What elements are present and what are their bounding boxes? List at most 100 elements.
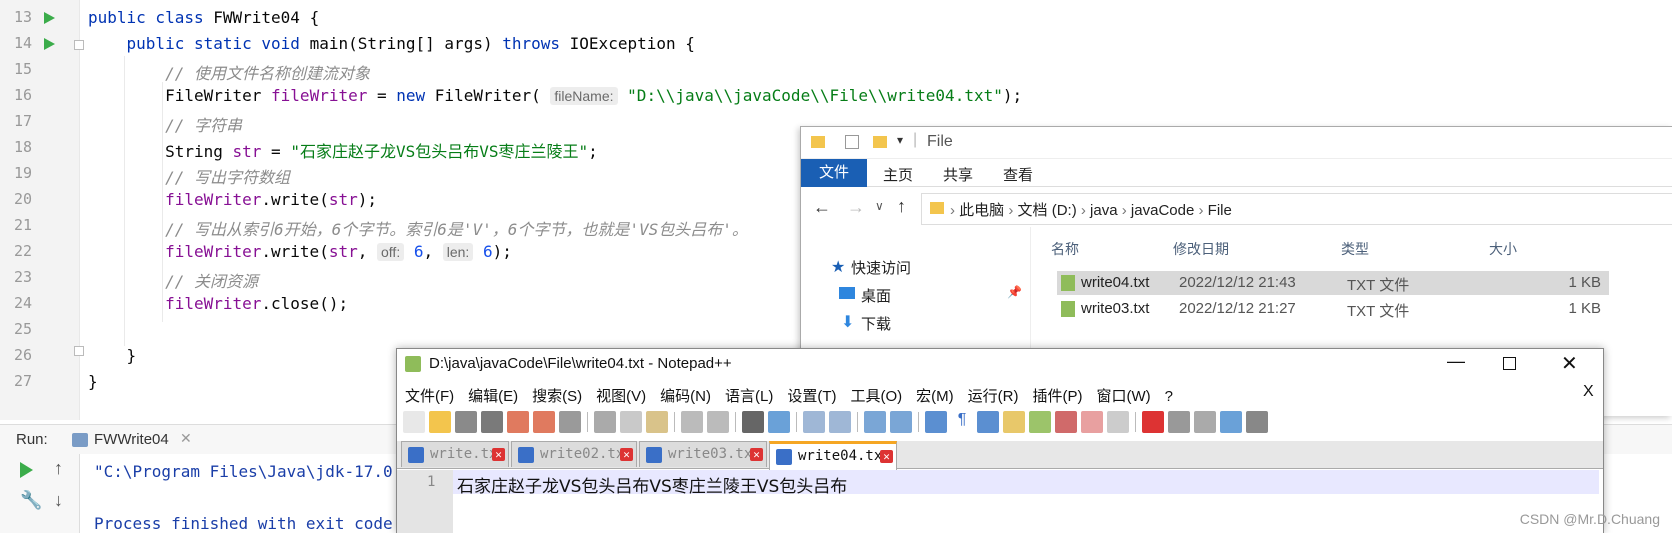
doc-map-icon[interactable] (1029, 411, 1051, 433)
new-folder-icon[interactable] (873, 136, 887, 148)
npp-editor[interactable]: 1 石家庄赵子龙VS包头吕布VS枣庄兰陵王VS包头吕布 (397, 470, 1603, 533)
zoom-in-icon[interactable] (803, 411, 825, 433)
zoom-out-icon[interactable] (829, 411, 851, 433)
close-file-icon[interactable] (507, 411, 529, 433)
menu-item[interactable]: 视图(V) (596, 388, 646, 405)
code-line-18[interactable]: String str = "石家庄赵子龙VS包头吕布VS枣庄兰陵王"; (88, 138, 598, 162)
address-bar[interactable]: › 此电脑 › 文档 (D:) › java › javaCode › File (921, 193, 1672, 225)
menu-item[interactable]: 设置(T) (787, 388, 836, 405)
code-line-27[interactable]: } (88, 372, 98, 391)
npp-content[interactable]: 石家庄赵子龙VS包头吕布VS枣庄兰陵王VS包头吕布 (457, 472, 847, 497)
replace-icon[interactable] (768, 411, 790, 433)
minimize-icon[interactable]: — (1447, 351, 1465, 372)
nav-item-desktop[interactable]: 桌面 (861, 285, 891, 306)
arrow-up-icon[interactable]: ↑ (54, 458, 63, 479)
arrow-down-icon[interactable]: ↓ (54, 490, 63, 511)
stop-macro-icon[interactable] (1168, 411, 1190, 433)
code-line-26[interactable]: } (88, 346, 137, 365)
find-icon[interactable] (742, 411, 764, 433)
col-date[interactable]: 修改日期 (1173, 239, 1229, 259)
menu-item[interactable]: 编辑(E) (468, 388, 518, 405)
menu-item[interactable]: 运行(R) (968, 388, 1019, 405)
recent-chevron-icon[interactable]: ∨ (875, 199, 884, 213)
open-file-icon[interactable] (429, 411, 451, 433)
run-macro-multiple-icon[interactable] (1220, 411, 1242, 433)
menu-item[interactable]: 窗口(W) (1096, 388, 1150, 405)
indent-guide-icon[interactable] (977, 411, 999, 433)
file-row[interactable]: write04.txt 2022/12/12 21:43 TXT 文件 1 KB (1057, 271, 1609, 295)
folder-workspace-icon[interactable] (1081, 411, 1103, 433)
breadcrumb-item[interactable]: javaCode (1131, 202, 1194, 219)
code-line-13[interactable]: public class FWWrite04 { (88, 8, 319, 27)
menu-item[interactable]: 工具(O) (850, 388, 902, 405)
code-line-16[interactable]: FileWriter fileWriter = new FileWriter( … (88, 86, 1022, 105)
menu-item[interactable]: 编码(N) (660, 388, 711, 405)
close-icon[interactable]: ✕ (620, 448, 633, 461)
rerun-icon[interactable] (20, 462, 33, 478)
paste-icon[interactable] (646, 411, 668, 433)
nav-item-downloads[interactable]: 下载 (861, 313, 891, 334)
new-file-icon[interactable] (403, 411, 425, 433)
code-line-19[interactable]: // 写出字符数组 (88, 164, 290, 188)
code-line-21[interactable]: // 写出从索引6开始，6个字节。索引6是'V'，6个字节，也就是'VS包头吕布… (88, 216, 748, 240)
properties-icon[interactable] (845, 135, 859, 149)
function-list-icon[interactable] (1055, 411, 1077, 433)
pin-icon[interactable]: 📌 (1007, 285, 1022, 299)
code-line-24[interactable]: fileWriter.close(); (88, 294, 348, 313)
fold-icon[interactable] (74, 346, 84, 356)
close-all-icon[interactable] (533, 411, 555, 433)
monitor-icon[interactable] (1107, 411, 1129, 433)
run-class-icon[interactable] (44, 12, 55, 24)
menu-item[interactable]: 插件(P) (1032, 388, 1082, 405)
redo-icon[interactable] (707, 411, 729, 433)
code-line-22[interactable]: fileWriter.write(str, off: 6, len: 6); (88, 242, 512, 261)
save-all-icon[interactable] (481, 411, 503, 433)
menu-item[interactable]: 语言(L) (725, 388, 773, 405)
close-icon[interactable]: ✕ (492, 448, 505, 461)
print-icon[interactable] (559, 411, 581, 433)
wrench-icon[interactable]: 🔧 (20, 490, 42, 511)
col-size[interactable]: 大小 (1489, 239, 1517, 259)
sync-h-icon[interactable] (890, 411, 912, 433)
forward-icon[interactable]: → (847, 197, 865, 218)
close-icon[interactable]: ✕ (1561, 351, 1578, 376)
breadcrumb-item[interactable]: java (1090, 202, 1118, 219)
up-icon[interactable]: ↑ (897, 196, 906, 217)
breadcrumb-item[interactable]: 文档 (D:) (1018, 202, 1077, 219)
menu-item[interactable]: 宏(M) (916, 388, 954, 405)
chevron-down-icon[interactable]: ▾ (897, 133, 903, 147)
ribbon-tab-share[interactable]: 共享 (943, 164, 973, 185)
lang-icon[interactable] (1003, 411, 1025, 433)
record-macro-icon[interactable] (1142, 411, 1164, 433)
doc-tab-active[interactable]: write04.txt ✕ (769, 441, 897, 470)
close-doc-button[interactable]: X (1583, 383, 1594, 401)
close-icon[interactable]: ✕ (750, 448, 763, 461)
code-line-23[interactable]: // 关闭资源 (88, 268, 258, 292)
save-icon[interactable] (455, 411, 477, 433)
code-line-20[interactable]: fileWriter.write(str); (88, 190, 377, 209)
undo-icon[interactable] (681, 411, 703, 433)
sync-v-icon[interactable] (864, 411, 886, 433)
wrap-icon[interactable] (925, 411, 947, 433)
cut-icon[interactable] (594, 411, 616, 433)
show-all-icon[interactable]: ¶ (951, 411, 973, 433)
close-icon[interactable]: ✕ (180, 430, 192, 447)
menu-item[interactable]: 搜索(S) (532, 388, 582, 405)
col-name[interactable]: 名称 (1051, 239, 1079, 259)
maximize-icon[interactable] (1503, 357, 1516, 370)
nav-item-quick-access[interactable]: 快速访问 (851, 257, 911, 278)
ribbon-tab-view[interactable]: 查看 (1003, 164, 1033, 185)
back-icon[interactable]: ← (813, 197, 831, 218)
menu-item[interactable]: ? (1165, 388, 1173, 405)
menu-item[interactable]: 文件(F) (405, 388, 454, 405)
run-main-icon[interactable] (44, 38, 55, 50)
breadcrumb-item[interactable]: File (1208, 202, 1232, 219)
code-line-17[interactable]: // 字符串 (88, 112, 242, 136)
breadcrumb-item[interactable]: 此电脑 (959, 202, 1004, 219)
doc-tab[interactable]: write02.txt ✕ (511, 441, 637, 467)
ribbon-tab-file[interactable]: 文件 (801, 159, 867, 187)
code-line-14[interactable]: public static void main(String[] args) t… (88, 34, 695, 53)
fold-icon[interactable] (74, 40, 84, 50)
doc-tab[interactable]: write03.txt ✕ (639, 441, 767, 467)
code-line-15[interactable]: // 使用文件名称创建流对象 (88, 60, 370, 84)
